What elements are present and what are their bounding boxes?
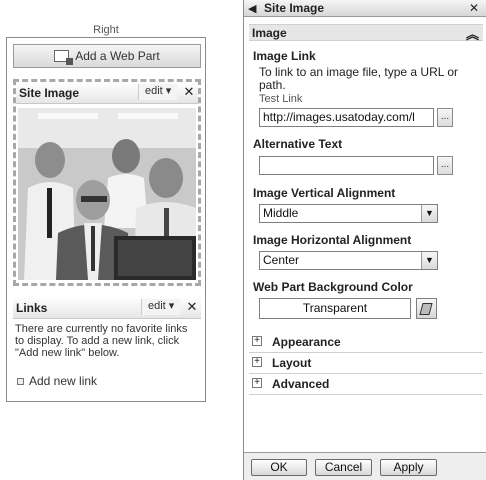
photo-illustration <box>18 108 196 280</box>
add-web-part-button[interactable]: Add a Web Part <box>13 44 201 68</box>
background-color-label: Web Part Background Color <box>253 280 413 294</box>
links-title: Links <box>16 301 48 315</box>
add-new-link[interactable]: Add new link <box>17 374 97 388</box>
vertical-alignment-select[interactable]: Middle ▼ <box>259 204 438 223</box>
advanced-section[interactable]: + Advanced <box>249 375 483 395</box>
web-part-zone: Add a Web Part Site Image edit ▾ ✕ Links… <box>6 37 206 402</box>
tool-pane: ◀ Site Image ✕ Image ︽ Image Link To lin… <box>243 0 486 480</box>
tool-pane-close-icon[interactable]: ✕ <box>469 1 479 15</box>
links-web-part: Links edit ▾ ✕ There are currently no fa… <box>13 297 201 363</box>
image-link-description: To link to an image file, type a URL or … <box>259 65 458 92</box>
site-image-web-part: Site Image edit ▾ ✕ <box>13 79 201 286</box>
links-close-icon[interactable]: ✕ <box>185 300 199 314</box>
horizontal-alignment-value: Center <box>263 253 300 267</box>
dropdown-arrow-icon[interactable]: ▼ <box>421 252 437 269</box>
ok-button[interactable]: OK <box>251 459 307 476</box>
appearance-label: Appearance <box>272 335 341 349</box>
dropdown-arrow-icon[interactable]: ▼ <box>421 205 437 222</box>
add-web-part-icon <box>54 50 74 65</box>
site-image-edit-menu[interactable]: edit ▾ <box>138 84 178 100</box>
appearance-section[interactable]: + Appearance <box>249 333 483 353</box>
links-edit-menu[interactable]: edit ▾ <box>141 299 181 315</box>
tool-pane-title: Site Image <box>264 1 325 15</box>
color-picker-icon[interactable] <box>416 298 437 319</box>
add-web-part-label: Add a Web Part <box>75 49 160 63</box>
horizontal-alignment-label: Image Horizontal Alignment <box>253 233 412 247</box>
site-image-photo <box>18 108 196 280</box>
image-link-input[interactable]: http://images.usatoday.com/l <box>259 108 434 127</box>
alt-text-input[interactable] <box>259 156 434 175</box>
alt-text-builder-button[interactable]: ... <box>437 156 453 175</box>
apply-button[interactable]: Apply <box>380 459 437 476</box>
collapse-chevron-icon[interactable]: ︽ <box>466 24 479 43</box>
horizontal-alignment-select[interactable]: Center ▼ <box>259 251 438 270</box>
background-color-value[interactable]: Transparent <box>259 298 411 319</box>
layout-section[interactable]: + Layout <box>249 354 483 374</box>
alt-text-label: Alternative Text <box>253 137 343 151</box>
vertical-alignment-label: Image Vertical Alignment <box>253 186 396 200</box>
tool-pane-footer: OK Cancel Apply <box>244 452 486 480</box>
links-header: Links edit ▾ ✕ <box>13 297 201 319</box>
bullet-icon <box>17 377 24 385</box>
expand-plus-icon[interactable]: + <box>252 357 262 367</box>
links-empty-message: There are currently no favorite links to… <box>15 323 188 359</box>
image-link-label: Image Link <box>253 49 316 63</box>
add-new-link-label: Add new link <box>29 374 98 388</box>
back-arrow-icon[interactable]: ◀ <box>248 2 256 15</box>
advanced-label: Advanced <box>272 377 330 391</box>
site-image-header: Site Image edit ▾ ✕ <box>16 82 198 104</box>
layout-label: Layout <box>272 356 312 370</box>
cancel-button[interactable]: Cancel <box>315 459 372 476</box>
zone-title: Right <box>93 24 119 36</box>
tool-pane-titlebar: ◀ Site Image ✕ <box>244 0 486 17</box>
image-link-builder-button[interactable]: ... <box>437 108 453 127</box>
test-link[interactable]: Test Link <box>259 93 302 105</box>
image-section-title: Image <box>252 26 287 40</box>
image-section-header[interactable]: Image ︽ <box>249 24 483 43</box>
site-image-title: Site Image <box>19 86 80 100</box>
expand-plus-icon[interactable]: + <box>252 336 262 346</box>
vertical-alignment-value: Middle <box>263 206 299 220</box>
site-image-close-icon[interactable]: ✕ <box>182 85 196 99</box>
expand-plus-icon[interactable]: + <box>252 378 262 388</box>
